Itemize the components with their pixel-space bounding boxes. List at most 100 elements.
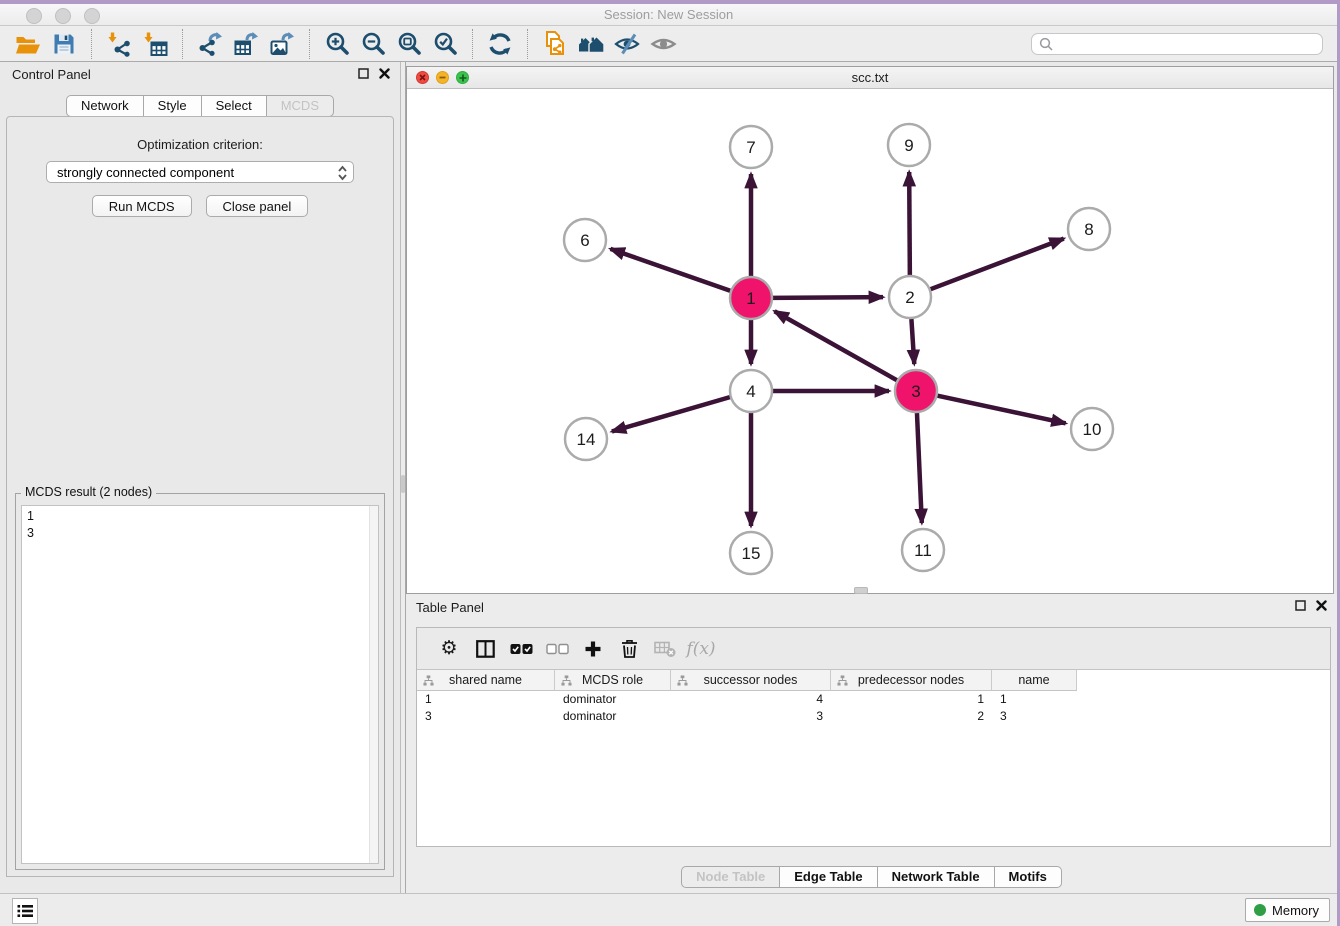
table-cell: dominator [555,708,671,725]
table-settings-button[interactable]: ⚙ [431,631,467,667]
column-header-name[interactable]: name [992,670,1077,691]
network-resize-handle[interactable] [854,587,868,594]
zoom-fit-button[interactable] [391,28,427,60]
float-panel-icon[interactable] [358,68,369,79]
graph-edge-2-8[interactable] [931,239,1064,290]
svg-text:6: 6 [580,231,589,250]
toolbar-separator [527,29,528,59]
graph-node-3[interactable]: 3 [895,370,937,412]
result-scrollbar[interactable] [369,506,378,863]
mcds-result-list[interactable]: 13 [21,505,379,864]
graph-edge-1-6[interactable] [610,249,730,291]
zoom-window-button[interactable] [84,8,100,24]
network-minimize-button[interactable] [436,71,449,84]
close-table-panel-icon[interactable] [1316,600,1327,611]
graph-node-11[interactable]: 11 [902,529,944,571]
graph-node-7[interactable]: 7 [730,126,772,168]
svg-text:8: 8 [1084,220,1093,239]
gear-icon: ⚙ [440,639,457,658]
memory-button[interactable]: Memory [1245,898,1330,922]
function-builder-button[interactable]: f(x) [683,631,719,667]
svg-text:11: 11 [914,541,932,560]
delete-column-button[interactable] [611,631,647,667]
save-session-button[interactable] [46,28,82,60]
import-network-button[interactable] [101,28,137,60]
open-session-button[interactable] [10,28,46,60]
eye-icon [650,31,677,57]
column-header-successor-nodes[interactable]: successor nodes [671,670,831,691]
graph-node-4[interactable]: 4 [730,370,772,412]
run-mcds-button[interactable]: Run MCDS [92,195,192,217]
network-close-button[interactable] [416,71,429,84]
graph-edge-3-1[interactable] [775,311,897,380]
tab-motifs[interactable]: Motifs [994,866,1062,888]
table-cell: 3 [417,708,555,725]
graph-edge-3-10[interactable] [938,396,1066,424]
zoom-out-icon [361,31,386,56]
create-column-button[interactable] [575,631,611,667]
search-input[interactable] [1058,36,1315,51]
graph-edge-3-11[interactable] [917,413,922,523]
column-header-shared-name[interactable]: shared name [417,670,555,691]
app-titlebar: Session: New Session [0,4,1337,26]
memory-label: Memory [1272,903,1319,918]
tab-style[interactable]: Style [143,95,202,117]
delete-table-button[interactable] [647,631,683,667]
close-panel-icon[interactable] [379,68,390,79]
table-row[interactable]: 3dominator323 [417,708,1330,725]
table-panel-title: Table Panel [416,600,484,615]
export-image-button[interactable] [264,28,300,60]
zoom-out-button[interactable] [355,28,391,60]
table-row[interactable]: 1dominator411 [417,691,1330,708]
criterion-select[interactable]: strongly connected component [46,161,354,183]
hide-selected-button[interactable] [609,28,645,60]
tab-edge-table[interactable]: Edge Table [779,866,877,888]
graph-edge-1-2[interactable] [773,297,883,298]
tab-node-table[interactable]: Node Table [681,866,780,888]
duplicate-network-button[interactable] [537,28,573,60]
graph-node-1[interactable]: 1 [730,277,772,319]
zoom-selected-button[interactable] [427,28,463,60]
deselect-all-button[interactable] [539,631,575,667]
graph-edge-2-9[interactable] [909,172,910,275]
import-table-button[interactable] [137,28,173,60]
export-network-button[interactable] [192,28,228,60]
tab-select[interactable]: Select [201,95,267,117]
tab-mcds[interactable]: MCDS [266,95,334,117]
network-canvas[interactable]: 7 9 6 8 1 2 4 3 14 10 15 11 [407,89,1333,593]
export-table-button[interactable] [228,28,264,60]
optimization-criterion-label: Optimization criterion: [7,137,393,152]
mcds-result-box: MCDS result (2 nodes) 13 [15,493,385,870]
show-all-button[interactable] [645,28,681,60]
graph-edge-4-14[interactable] [612,397,730,431]
graph-node-10[interactable]: 10 [1071,408,1113,450]
table-cell: dominator [555,691,671,708]
column-header-mcds-role[interactable]: MCDS role [555,670,671,691]
graph-node-2[interactable]: 2 [889,276,931,318]
graph-node-15[interactable]: 15 [730,532,772,574]
graph-node-9[interactable]: 9 [888,124,930,166]
close-panel-button[interactable]: Close panel [206,195,309,217]
first-neighbors-button[interactable] [573,28,609,60]
close-window-button[interactable] [26,8,42,24]
panel-list-button[interactable] [12,898,38,924]
minimize-window-button[interactable] [55,8,71,24]
show-columns-button[interactable] [467,631,503,667]
toolbar-separator [91,29,92,59]
network-maximize-button[interactable] [456,71,469,84]
zoom-in-button[interactable] [319,28,355,60]
column-header-predecessor-nodes[interactable]: predecessor nodes [831,670,992,691]
graph-node-8[interactable]: 8 [1068,208,1110,250]
float-table-panel-icon[interactable] [1295,600,1306,611]
graph-node-6[interactable]: 6 [564,219,606,261]
delete-table-icon [654,639,676,658]
tab-network-table[interactable]: Network Table [877,866,995,888]
splitter-grip[interactable] [401,475,405,493]
refresh-button[interactable] [482,28,518,60]
graph-edge-2-3[interactable] [911,319,914,364]
tab-network[interactable]: Network [66,95,144,117]
select-all-button[interactable] [503,631,539,667]
node-table: shared nameMCDS rolesuccessor nodesprede… [417,670,1330,725]
graph-node-14[interactable]: 14 [565,418,607,460]
window-title: Session: New Session [0,4,1337,25]
